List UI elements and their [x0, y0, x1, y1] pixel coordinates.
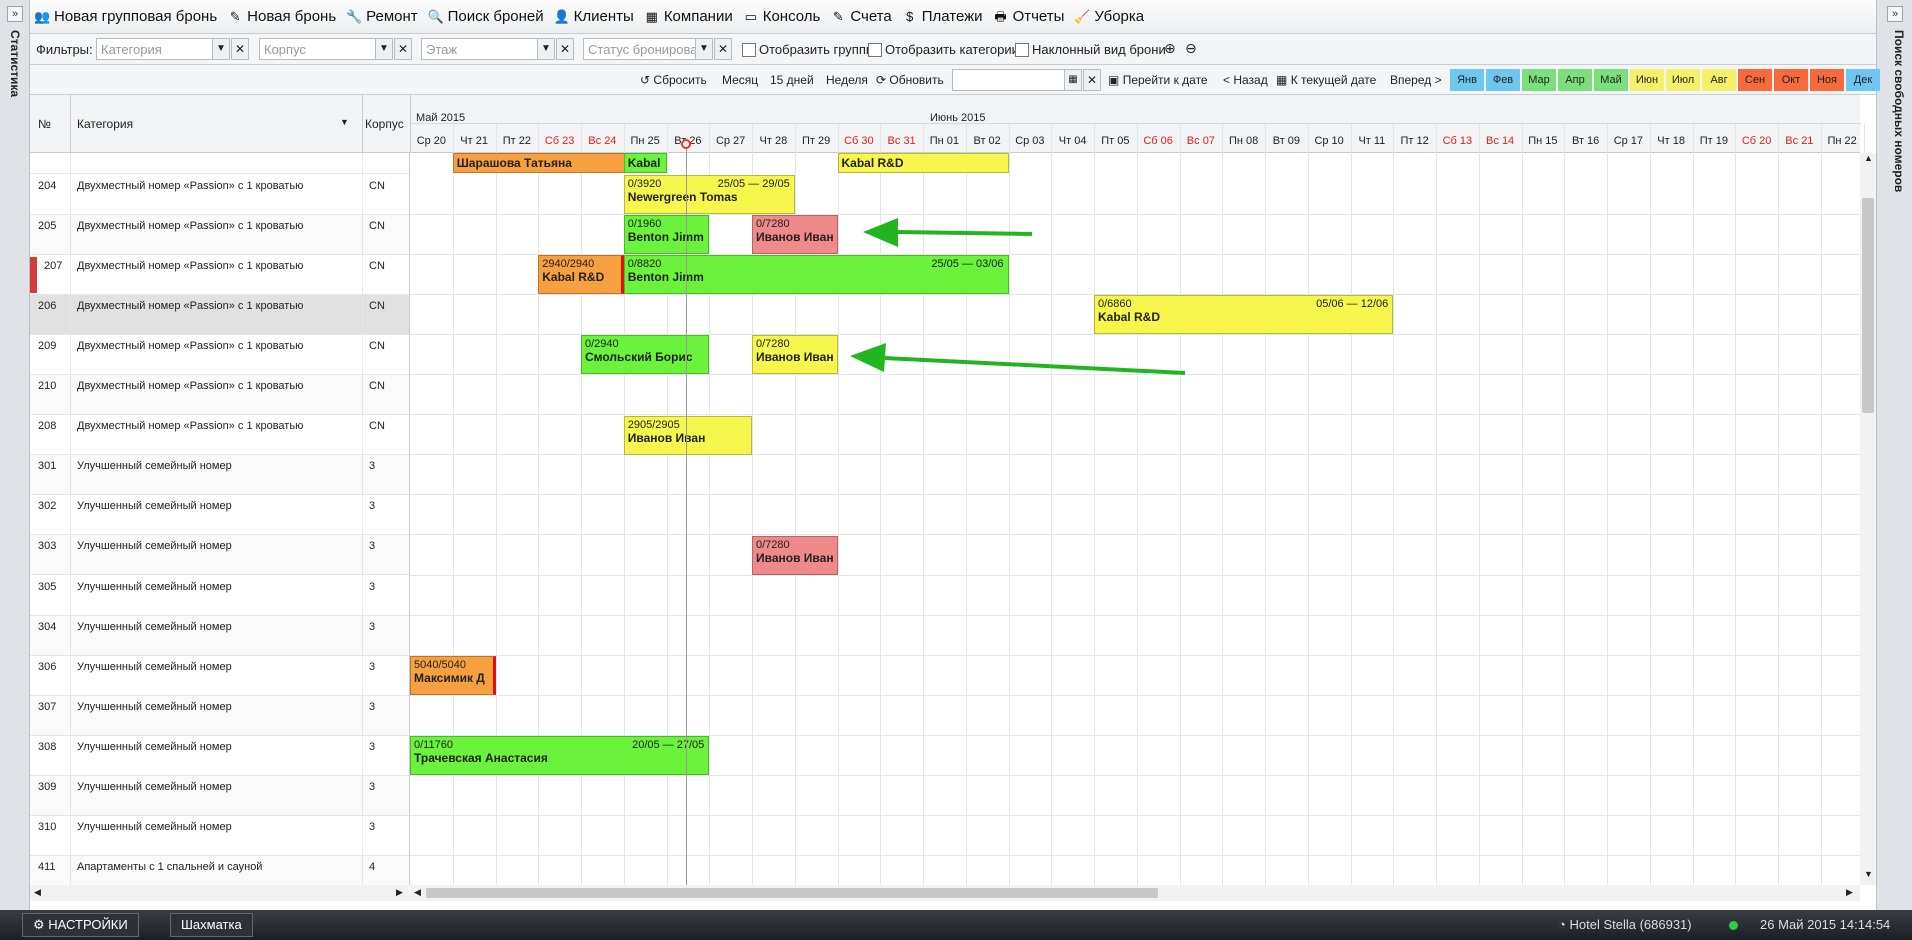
date-time: 26 Май 2015 14:14:54: [1760, 917, 1891, 932]
gear-icon: ⚙: [33, 917, 45, 932]
hotel-name: ◔ Hotel Stella (686931): [1558, 917, 1692, 932]
horizontal-scroll-thumb[interactable]: [426, 888, 1158, 898]
annotation-arrows: [850, 218, 1186, 375]
settings-button[interactable]: ⚙ НАСТРОЙКИ: [22, 913, 139, 937]
left-horizontal-scrollbar[interactable]: ◀ ▶: [30, 885, 410, 901]
arrow-line: [884, 356, 1186, 375]
arrow-head: [850, 343, 886, 372]
vertical-scrollbar[interactable]: ▲ ▼: [1860, 153, 1876, 885]
scroll-right-icon[interactable]: ▶: [396, 887, 403, 898]
vertical-scroll-thumb[interactable]: [1862, 198, 1874, 413]
chess-tab-button[interactable]: Шахматка: [170, 913, 253, 937]
connection-status-icon: [1729, 921, 1738, 930]
arrow-head: [863, 218, 898, 247]
scroll-left-icon[interactable]: ◀: [414, 887, 421, 898]
scroll-up-icon[interactable]: ▲: [1864, 153, 1873, 163]
horizontal-scrollbar[interactable]: ◀ ▶: [410, 885, 1860, 901]
scroll-right-icon[interactable]: ▶: [1846, 887, 1853, 898]
scroll-down-icon[interactable]: ▼: [1864, 869, 1873, 879]
scroll-left-icon[interactable]: ◀: [34, 887, 41, 898]
hotel-icon: ◔: [1558, 917, 1566, 932]
taskbar: ⚙ НАСТРОЙКИ Шахматка ◔ Hotel Stella (686…: [0, 910, 1912, 940]
arrow-line: [896, 230, 1033, 236]
